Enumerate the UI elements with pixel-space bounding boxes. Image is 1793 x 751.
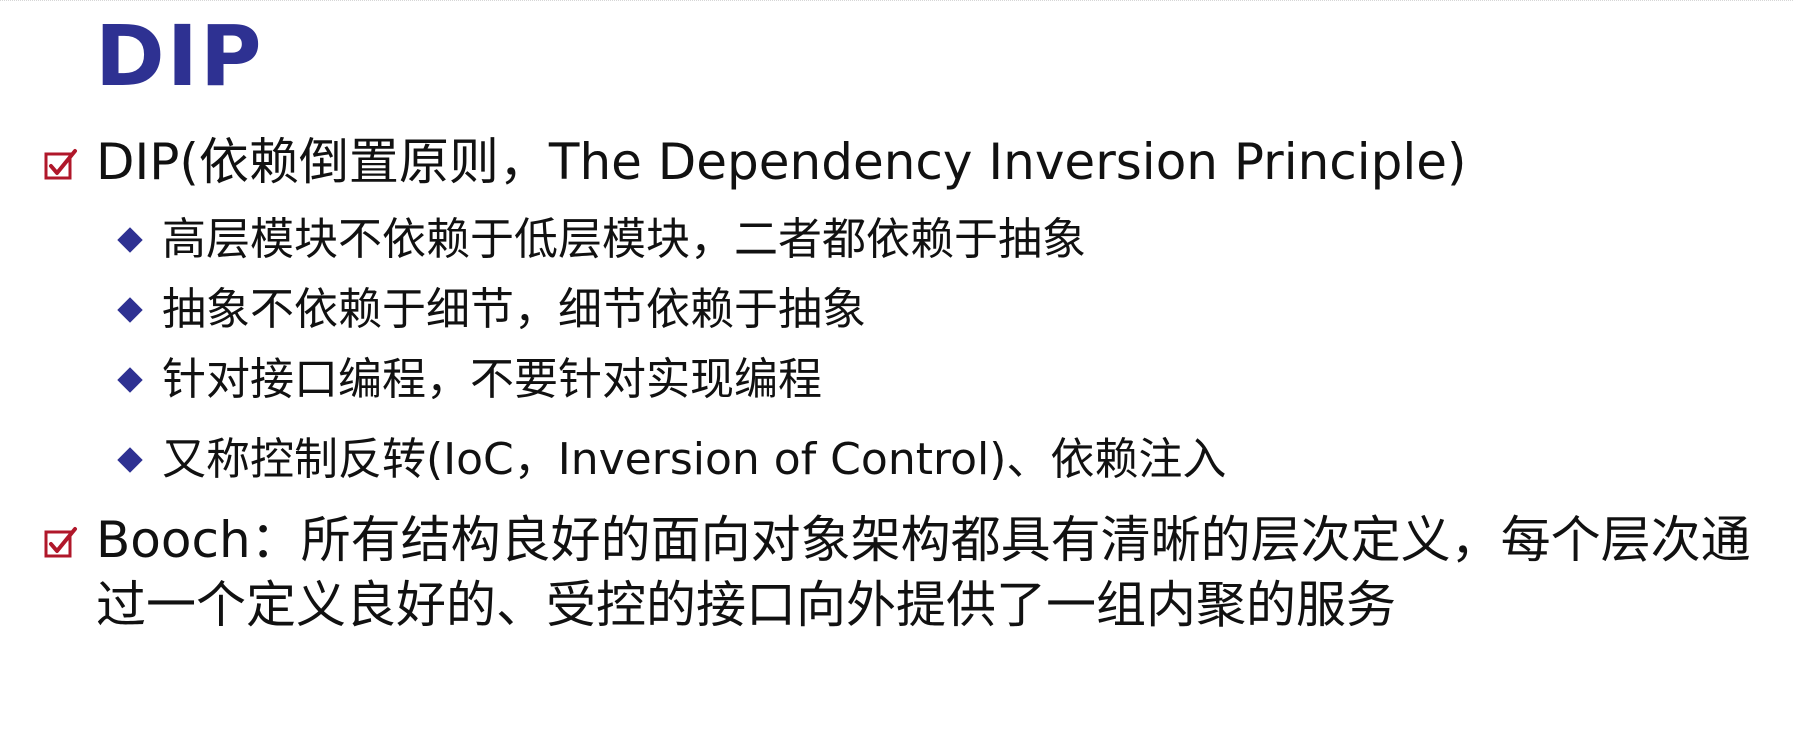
sub-bullet-ioc: 又称控制反转(IoC，Inversion of Control)、依赖注入	[117, 430, 1518, 490]
bullet-booch-quote: Booch：所有结构良好的面向对象架构都具有清晰的层次定义，每个层次通过一个定义…	[44, 508, 1764, 718]
sub-bullet-high-level-modules: 高层模块不依赖于低层模块，二者都依赖于抽象	[117, 210, 1518, 270]
slide-title: DIP	[95, 7, 264, 105]
sub-bullet-text: 针对接口编程，不要针对实现编程	[162, 354, 822, 405]
bullet-text: DIP(依赖倒置原则，The Dependency Inversion Prin…	[96, 133, 1467, 191]
diamond-icon	[117, 447, 143, 473]
bullet-dip-definition: DIP(依赖倒置原则，The Dependency Inversion Prin…	[44, 130, 1764, 200]
sub-bullet-program-to-interface: 针对接口编程，不要针对实现编程	[117, 350, 1518, 410]
sub-bullet-text: 抽象不依赖于细节，细节依赖于抽象	[162, 284, 866, 335]
checkbox-icon	[44, 527, 77, 558]
diamond-icon	[117, 297, 143, 323]
diamond-icon	[117, 367, 143, 393]
top-divider	[0, 0, 1793, 4]
diamond-icon	[117, 227, 143, 253]
checkbox-icon	[44, 149, 77, 180]
sub-bullet-text: 又称控制反转(IoC，Inversion of Control)、依赖注入	[162, 434, 1227, 485]
sub-bullet-abstractions: 抽象不依赖于细节，细节依赖于抽象	[117, 280, 1518, 340]
sub-bullet-text: 高层模块不依赖于低层模块，二者都依赖于抽象	[162, 214, 1086, 265]
bullet-text: Booch：所有结构良好的面向对象架构都具有清晰的层次定义，每个层次通过一个定义…	[96, 511, 1751, 634]
